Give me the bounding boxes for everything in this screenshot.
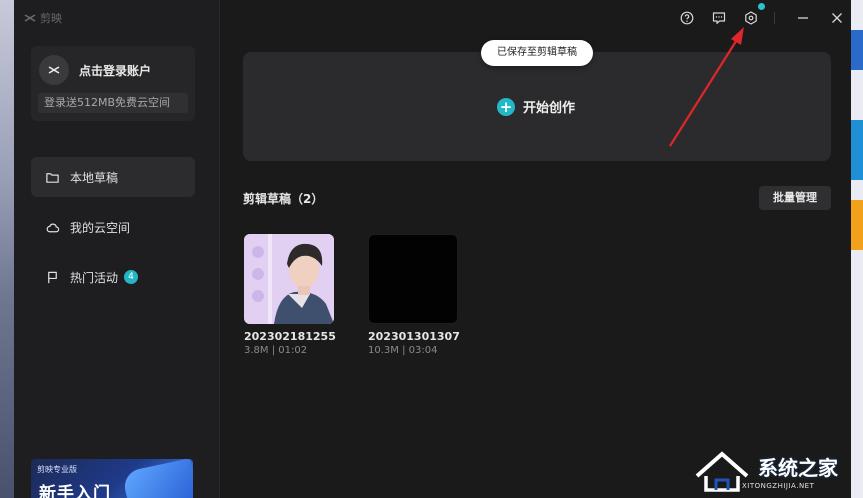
sidebar-item-label: 热门活动 bbox=[70, 270, 119, 285]
app-logo: 剪映 bbox=[24, 10, 62, 26]
watermark-url: XITONGZHIJIA.NET bbox=[742, 482, 815, 490]
login-account-label[interactable]: 点击登录账户 bbox=[79, 62, 151, 79]
titlebar-separator bbox=[774, 12, 775, 24]
close-button[interactable] bbox=[828, 9, 846, 27]
drafts-section-title: 剪辑草稿（2） bbox=[243, 192, 324, 206]
capcut-avatar-icon bbox=[48, 66, 60, 74]
draft-thumbnail[interactable] bbox=[368, 234, 458, 324]
sidebar-item-hot-events[interactable]: 热门活动 4 bbox=[31, 257, 195, 297]
close-icon bbox=[832, 13, 842, 23]
banner-decoration bbox=[121, 459, 193, 498]
feedback-button[interactable] bbox=[710, 9, 728, 27]
sidebar-item-cloud-space[interactable]: 我的云空间 bbox=[31, 207, 195, 247]
help-button[interactable] bbox=[678, 9, 696, 27]
saved-toast: 已保存至剪辑草稿 bbox=[481, 40, 593, 66]
settings-icon bbox=[745, 11, 757, 25]
start-creation-card[interactable]: + 开始创作 bbox=[243, 52, 831, 161]
minimize-button[interactable] bbox=[794, 9, 812, 27]
sidebar-item-local-drafts[interactable]: 本地草稿 bbox=[31, 157, 195, 197]
desktop-background-left bbox=[0, 0, 14, 498]
banner-title: 新手入门 bbox=[39, 484, 111, 498]
draft-item[interactable]: 202302181255 3.8M | 01:02 bbox=[244, 234, 340, 356]
sidebar-item-label: 我的云空间 bbox=[70, 220, 131, 235]
banner-brand: 剪映专业版 bbox=[37, 465, 77, 474]
portrait-thumbnail-image bbox=[244, 234, 334, 324]
flag-icon bbox=[48, 271, 57, 283]
draft-meta: 3.8M | 01:02 bbox=[244, 345, 308, 356]
batch-manage-button[interactable]: 批量管理 bbox=[759, 186, 831, 210]
notification-badge: 4 bbox=[124, 270, 139, 284]
desktop-background-right bbox=[851, 0, 863, 498]
draft-thumbnail[interactable] bbox=[244, 234, 334, 324]
feedback-icon bbox=[712, 12, 726, 24]
settings-notification-dot bbox=[758, 3, 765, 10]
draft-name: 202302181255 bbox=[244, 330, 336, 343]
cloud-space-promo: 登录送512MB免费云空间 bbox=[38, 93, 188, 113]
site-watermark: 系统之家 XITONGZHIJIA.NET bbox=[690, 446, 851, 498]
app-logo-text: 剪映 bbox=[40, 12, 62, 25]
draft-name: 202301301307 bbox=[368, 330, 460, 343]
sidebar-item-label: 本地草稿 bbox=[70, 170, 119, 185]
start-creation-label: 开始创作 bbox=[523, 101, 576, 116]
watermark-text: 系统之家 bbox=[758, 456, 838, 480]
draft-item[interactable]: 202301301307 10.3M | 03:04 bbox=[368, 234, 464, 356]
beginner-banner[interactable]: 剪映专业版 新手入门 bbox=[31, 459, 193, 498]
login-card[interactable]: 点击登录账户 登录送512MB免费云空间 bbox=[31, 46, 195, 121]
folder-icon bbox=[46, 172, 59, 183]
draft-meta: 10.3M | 03:04 bbox=[368, 345, 438, 356]
sidebar: 剪映 点击登录账户 登录送512MB免费云空间 本地草稿 我的云空间 热门活动 … bbox=[14, 0, 220, 498]
settings-button[interactable] bbox=[742, 9, 760, 27]
plus-icon: + bbox=[497, 97, 515, 116]
avatar[interactable] bbox=[39, 55, 69, 85]
minimize-icon bbox=[798, 17, 808, 19]
capcut-logo-icon bbox=[24, 14, 36, 22]
start-creation-button[interactable]: + 开始创作 bbox=[497, 97, 575, 116]
cloud-icon bbox=[46, 223, 60, 232]
help-icon bbox=[680, 11, 694, 25]
app-window: 剪映 点击登录账户 登录送512MB免费云空间 本地草稿 我的云空间 热门活动 … bbox=[14, 0, 851, 498]
